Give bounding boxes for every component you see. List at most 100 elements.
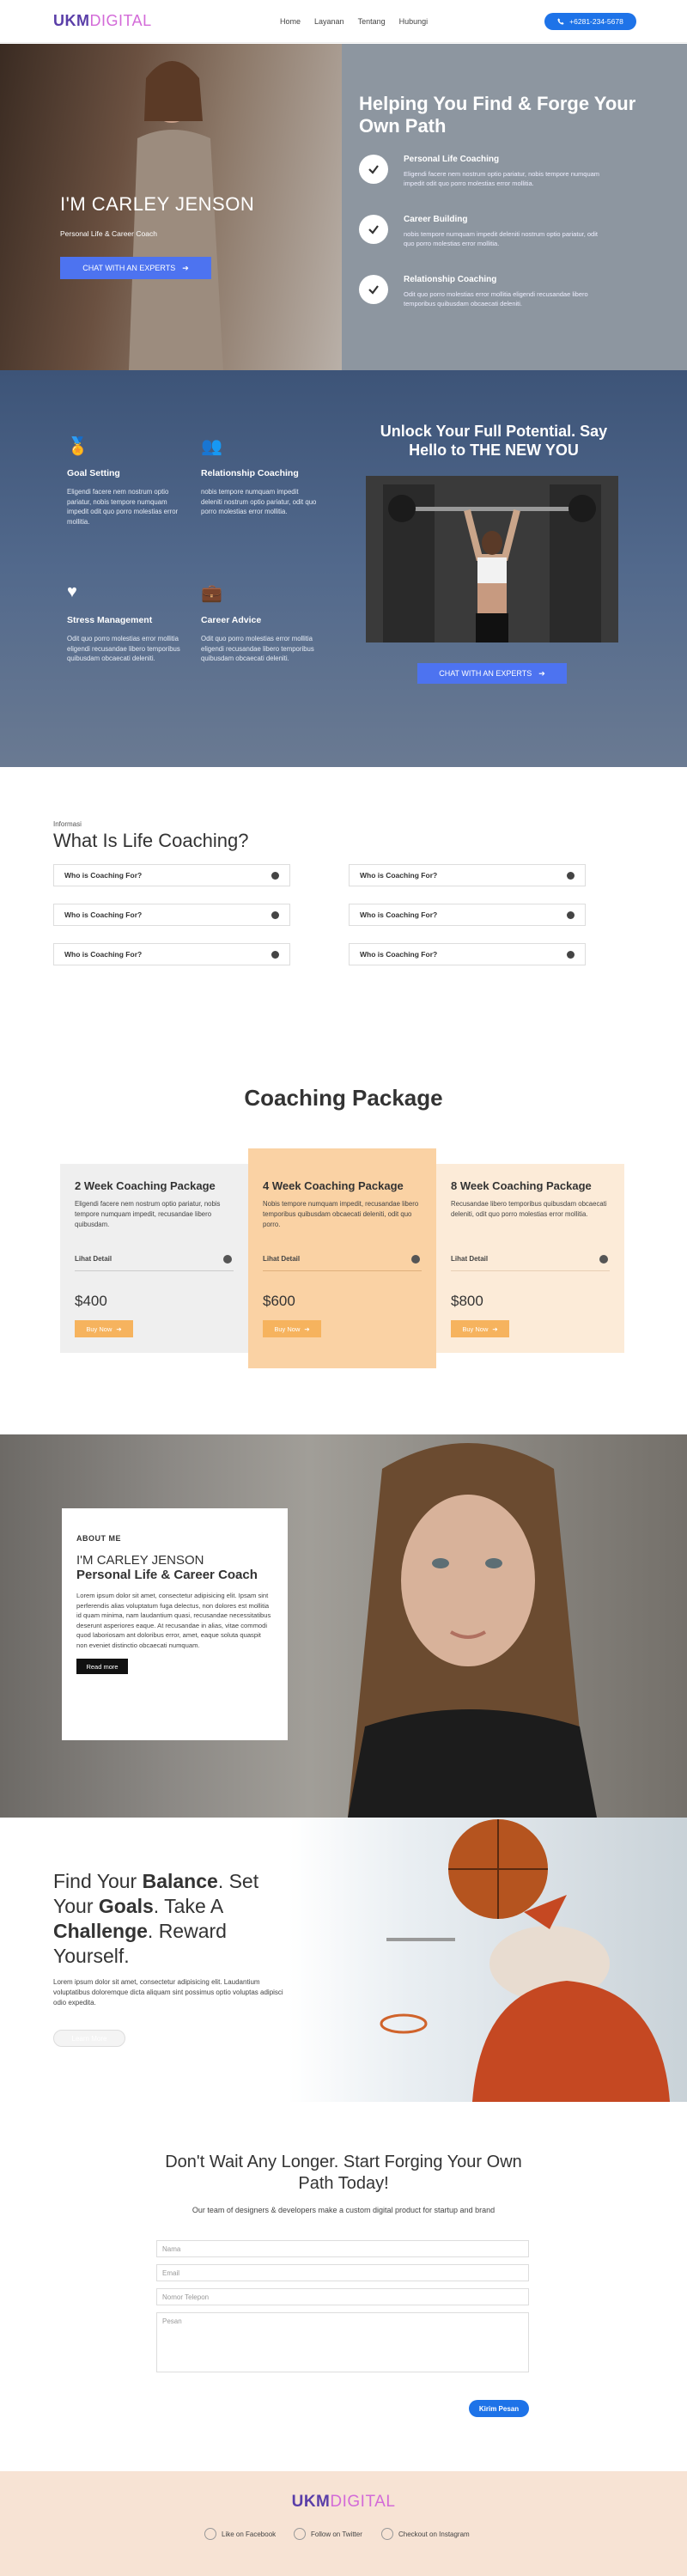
faq-question: Who is Coaching For? [64,950,143,959]
nav-link-tentang[interactable]: Tentang [358,17,386,26]
phone-field[interactable]: Nomor Telepon [156,2288,529,2305]
unlock-heading: Unlock Your Full Potential. Say Hello to… [380,423,608,459]
package-text: Nobis tempore numquam impedit, recusanda… [263,1200,419,1228]
service-title: Career Advice [201,615,262,625]
instagram-link[interactable]: Checkout on Instagram [381,2528,470,2540]
package-price: $600 [263,1293,295,1309]
gym-photo [366,476,618,642]
package-title: 4 Week Coaching Package [263,1179,404,1192]
check-icon [359,155,388,184]
buy-now-button[interactable]: Buy Now ➔ [451,1320,509,1337]
service-stress-management: ♥ Stress Management Odit quo porro moles… [67,582,183,664]
nav-link-layanan[interactable]: Layanan [314,17,344,26]
service-text: Odit quo porro molestias error mollitia … [67,635,180,662]
faq-item[interactable]: Who is Coaching For? [349,904,586,926]
hero-image: I'M CARLEY JENSON Personal Life & Career… [0,44,342,370]
arrow-right-icon: ➔ [182,263,189,272]
package-detail-toggle[interactable]: Lihat Detail [451,1255,488,1263]
facebook-label: Like on Facebook [222,2530,277,2538]
about-text: Lorem ipsum dolor sit amet, consectetur … [76,1592,271,1649]
weightlifter-illustration [366,476,618,642]
about-role: Personal Life & Career Coach [76,1568,258,1582]
package-card-8-week: 8 Week Coaching Package Recusandae liber… [436,1164,624,1353]
message-field[interactable]: Pesan [156,2312,529,2372]
buy-now-button[interactable]: Buy Now ➔ [75,1320,133,1337]
faq-item[interactable]: Who is Coaching For? [53,943,290,965]
feature-text: Eligendi facere nem nostrum optio pariat… [404,170,600,187]
footer-logo[interactable]: UKMDIGITAL [0,2493,687,2512]
name-field[interactable]: Nama [156,2240,529,2257]
phone-button[interactable]: +6281-234-5678 [544,13,636,30]
package-card-4-week: 4 Week Coaching Package Nobis tempore nu… [248,1148,436,1368]
service-goal-setting: 🏅 Goal Setting Eligendi facere nem nostr… [67,435,183,527]
coach-portrait-large [348,1443,597,1818]
faq-item[interactable]: Who is Coaching For? [53,904,290,926]
plus-circle-icon [271,950,279,959]
about-kicker: ABOUT ME [76,1534,121,1543]
plus-circle-icon [567,950,575,959]
heart-icon: ♥ [67,582,77,601]
service-text: Odit quo porro molestias error mollitia … [201,635,314,662]
service-title: Stress Management [67,615,153,625]
twitter-link[interactable]: Follow on Twitter [294,2528,362,2540]
unlock-cta-label: CHAT WITH AN EXPERTS [439,669,532,678]
facebook-icon [204,2528,216,2540]
twitter-label: Follow on Twitter [311,2530,362,2538]
nav-link-hubungi[interactable]: Hubungi [399,17,429,26]
hero-cta-label: CHAT WITH AN EXPERTS [82,264,176,272]
faq-item[interactable]: Who is Coaching For? [349,864,586,886]
main-nav: Home Layanan Tentang Hubungi [280,17,428,26]
check-icon [359,215,388,244]
feature-title: Career Building [404,215,468,224]
plus-circle-icon[interactable] [223,1255,232,1264]
send-message-button[interactable]: Kirim Pesan [469,2400,529,2417]
site-header: UKMDIGITAL Home Layanan Tentang Hubungi … [0,0,687,43]
hero-subtitle: Personal Life & Career Coach [60,229,157,238]
site-footer [0,2471,687,2576]
briefcase-icon: 💼 [201,584,222,603]
instagram-label: Checkout on Instagram [398,2530,470,2538]
unlock-chat-button[interactable]: CHAT WITH AN EXPERTS ➔ [417,663,567,684]
twitter-icon [294,2528,306,2540]
feature-text: Odit quo porro molestias error mollitia … [404,290,588,308]
faq-item[interactable]: Who is Coaching For? [349,943,586,965]
divider [263,1270,422,1271]
package-detail-toggle[interactable]: Lihat Detail [263,1255,300,1263]
packages-title: Coaching Package [244,1085,443,1111]
plus-circle-icon [567,910,575,919]
service-relationship-coaching: 👥 Relationship Coaching nobis tempore nu… [201,435,317,517]
site-logo[interactable]: UKMDIGITAL [53,12,152,30]
plus-circle-icon[interactable] [411,1255,420,1264]
package-text: Eligendi facere nem nostrum optio pariat… [75,1200,221,1228]
feature-title: Relationship Coaching [404,275,497,284]
arrow-right-icon: ➔ [538,668,545,678]
faq-question: Who is Coaching For? [360,950,438,959]
faq-item[interactable]: Who is Coaching For? [53,864,290,886]
plus-circle-icon[interactable] [599,1255,608,1264]
service-title: Goal Setting [67,468,120,478]
nav-link-home[interactable]: Home [280,17,301,26]
arrow-right-icon: ➔ [492,1325,498,1333]
facebook-link[interactable]: Like on Facebook [204,2528,276,2540]
contact-heading: Don't Wait Any Longer. Start Forging You… [165,2153,522,2193]
service-text: Eligendi facere nem nostrum optio pariat… [67,488,179,526]
medal-icon: 🏅 [67,437,88,456]
users-icon: 👥 [201,437,222,456]
email-field[interactable]: Email [156,2264,529,2281]
buy-now-label: Buy Now [274,1325,301,1333]
faq-kicker: Informasi [53,820,82,828]
learn-more-button[interactable]: Learn More [53,2030,125,2047]
divider [451,1270,610,1271]
package-title: 8 Week Coaching Package [451,1179,592,1192]
phone-icon [557,18,564,25]
read-more-button[interactable]: Read more [76,1659,128,1674]
package-detail-toggle[interactable]: Lihat Detail [75,1255,112,1263]
check-icon [359,275,388,304]
service-text: nobis tempore numquam impedit deleniti n… [201,488,317,515]
faq-title: What Is Life Coaching? [53,830,249,851]
service-title: Relationship Coaching [201,468,299,478]
hero-heading: Helping You Find & Forge Your Own Path [359,93,636,137]
buy-now-label: Buy Now [86,1325,112,1333]
buy-now-button[interactable]: Buy Now ➔ [263,1320,321,1337]
hero-chat-button[interactable]: CHAT WITH AN EXPERTS ➔ [60,257,211,279]
